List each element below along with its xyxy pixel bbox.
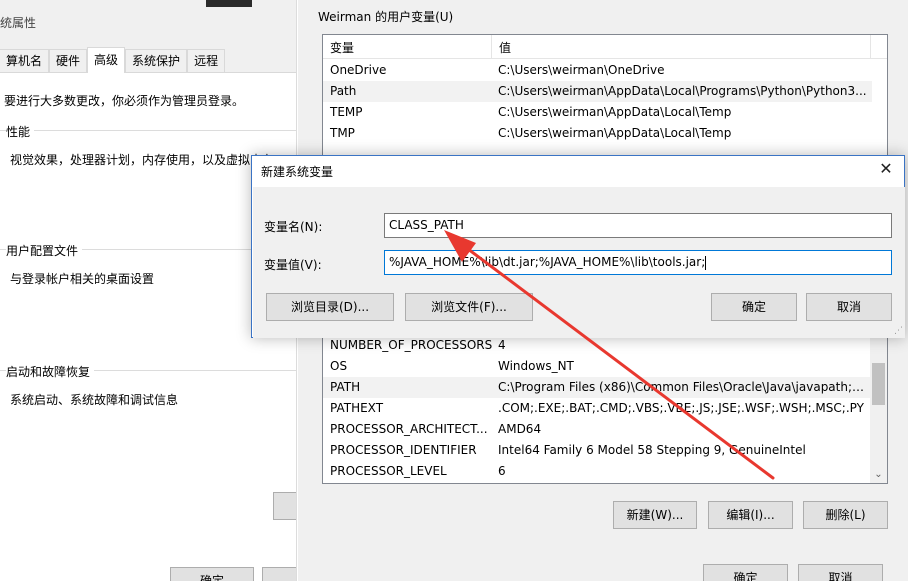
startup-recovery-group: 启动和故障恢复 系统启动、系统故障和调试信息 (0, 363, 296, 407)
scrollbar-thumb[interactable] (872, 363, 885, 405)
dialog-cancel-button[interactable]: 取消 (806, 293, 892, 321)
user-profiles-title: 用户配置文件 (6, 242, 83, 259)
performance-desc: 视觉效果，处理器计划，内存使用，以及虚拟内存 (10, 153, 275, 167)
close-icon[interactable]: ✕ (876, 159, 896, 178)
var-name: PROCESSOR_ARCHITECT... (330, 422, 488, 436)
list-item[interactable]: OS Windows_NT (323, 356, 872, 377)
browse-directory-button[interactable]: 浏览目录(D)... (266, 293, 394, 321)
list-item[interactable]: Path C:\Users\weirman\AppData\Local\Prog… (323, 81, 872, 102)
performance-group: 性能 视觉效果，处理器计划，内存使用，以及虚拟内存 (0, 123, 296, 167)
startup-settings-button[interactable] (273, 492, 296, 520)
dialog-body: 变量名(N): CLASS_PATH 变量值(V): %JAVA_HOME%\l… (253, 187, 905, 338)
var-name: PROCESSOR_IDENTIFIER (330, 443, 477, 457)
admin-notice: 要进行大多数更改，你必须作为管理员登录。 (4, 94, 245, 108)
var-value: C:\Program Files (x86)\Common Files\Orac… (498, 380, 870, 394)
list-item[interactable]: PROCESSOR_IDENTIFIER Intel64 Family 6 Mo… (323, 440, 872, 461)
resize-grip-icon[interactable]: ⋰ (894, 326, 903, 336)
var-value: Windows_NT (498, 359, 574, 373)
var-name: OneDrive (330, 63, 387, 77)
system-properties-cancel-button[interactable] (262, 567, 296, 581)
var-name: Path (330, 84, 357, 98)
new-variable-button[interactable]: 新建(W)... (613, 501, 697, 529)
list-item[interactable]: PATH C:\Program Files (x86)\Common Files… (323, 377, 872, 398)
tab-hardware[interactable]: 硬件 (49, 49, 88, 73)
delete-variable-button[interactable]: 删除(L) (803, 501, 888, 529)
variable-value-label: 变量值(V): (264, 258, 322, 272)
env-ok-button[interactable]: 确定 (703, 564, 788, 581)
list-item[interactable]: TEMP C:\Users\weirman\AppData\Local\Temp (323, 102, 872, 123)
var-name: TMP (330, 126, 355, 140)
list-item[interactable]: NUMBER_OF_PROCESSORS 4 (323, 335, 872, 356)
env-cancel-button[interactable]: 取消 (798, 564, 883, 581)
performance-title: 性能 (6, 123, 35, 140)
var-name: PATHEXT (330, 401, 384, 415)
window-thumbnail (206, 0, 252, 7)
user-variables-list[interactable]: 变量 值 OneDrive C:\Users\weirman\OneDrive … (322, 34, 888, 156)
list-item[interactable]: OneDrive C:\Users\weirman\OneDrive (323, 60, 872, 81)
list-item[interactable]: PROCESSOR_LEVEL 6 (323, 461, 872, 482)
dialog-title: 新建系统变量 (261, 165, 334, 179)
var-value: C:\Users\weirman\AppData\Local\Temp (498, 126, 732, 140)
list-item[interactable]: PATHEXT .COM;.EXE;.BAT;.CMD;.VBS;.VBE;.J… (323, 398, 872, 419)
new-system-variable-dialog: 新建系统变量 ✕ 变量名(N): CLASS_PATH 变量值(V): %JAV… (251, 155, 905, 338)
list-item[interactable]: TMP C:\Users\weirman\AppData\Local\Temp (323, 123, 872, 144)
user-list-header: 变量 值 (323, 35, 887, 59)
tab-computer-name[interactable]: 算机名 (0, 49, 50, 73)
column-header-variable[interactable]: 变量 (330, 39, 354, 56)
variable-name-input[interactable]: CLASS_PATH (384, 213, 892, 238)
variable-name-label: 变量名(N): (264, 220, 323, 234)
list-item[interactable]: PROCESSOR_ARCHITECT... AMD64 (323, 419, 872, 440)
tab-bar: 算机名 硬件 高级 系统保护 远程 (0, 47, 296, 73)
var-value: C:\Users\weirman\OneDrive (498, 63, 665, 77)
scroll-down-icon[interactable]: ⌄ (870, 466, 887, 483)
var-value: 6 (498, 464, 506, 478)
tab-system-protection[interactable]: 系统保护 (125, 49, 188, 73)
text-caret (705, 255, 707, 270)
var-name: TEMP (330, 105, 363, 119)
var-name: OS (330, 359, 348, 373)
var-value: .COM;.EXE;.BAT;.CMD;.VBS;.VBE;.JS;.JSE;.… (498, 401, 864, 415)
var-name: PATH (330, 380, 361, 394)
dialog-ok-button[interactable]: 确定 (711, 293, 797, 321)
user-variables-label: Weirman 的用户变量(U) (318, 10, 454, 24)
var-value: Intel64 Family 6 Model 58 Stepping 9, Ge… (498, 443, 806, 457)
edit-variable-button[interactable]: 编辑(I)... (708, 501, 793, 529)
var-value: AMD64 (498, 422, 542, 436)
browse-file-button[interactable]: 浏览文件(F)... (405, 293, 533, 321)
var-value: C:\Users\weirman\AppData\Local\Programs\… (498, 84, 867, 98)
startup-recovery-desc: 系统启动、系统故障和调试信息 (10, 393, 179, 407)
var-name: PROCESSOR_LEVEL (330, 464, 447, 478)
variable-value-text: %JAVA_HOME%\lib\dt.jar;%JAVA_HOME%\lib\t… (389, 255, 706, 269)
startup-recovery-title: 启动和故障恢复 (6, 363, 95, 380)
var-name: NUMBER_OF_PROCESSORS (330, 338, 493, 352)
var-value: C:\Users\weirman\AppData\Local\Temp (498, 105, 732, 119)
tab-advanced[interactable]: 高级 (87, 47, 126, 73)
system-properties-ok-button[interactable]: 确定 (170, 567, 254, 581)
var-value: 4 (498, 338, 506, 352)
variable-name-text: CLASS_PATH (389, 218, 464, 232)
window-title: 统属性 (0, 16, 37, 30)
user-profiles-desc: 与登录帐户相关的桌面设置 (10, 272, 155, 286)
tab-remote[interactable]: 远程 (187, 49, 226, 73)
column-header-value[interactable]: 值 (499, 39, 511, 56)
variable-value-input[interactable]: %JAVA_HOME%\lib\dt.jar;%JAVA_HOME%\lib\t… (384, 250, 892, 275)
